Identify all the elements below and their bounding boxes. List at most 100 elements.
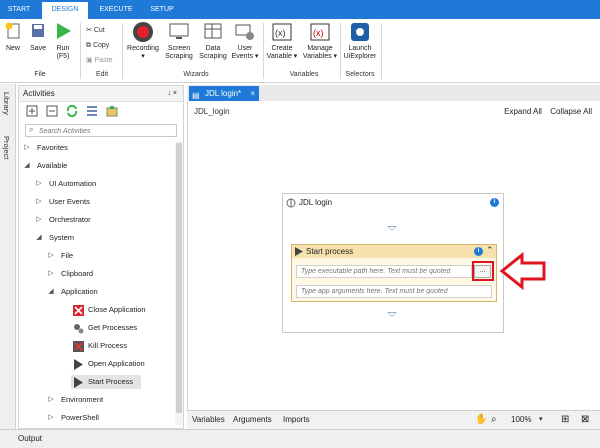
activities-scrollbar[interactable] bbox=[175, 141, 183, 425]
tree-item-system[interactable]: ◢ System bbox=[35, 231, 173, 245]
copy-label: Copy bbox=[92, 42, 110, 49]
start-process-activity[interactable]: Start process i ⌃ ... bbox=[291, 244, 497, 302]
activities-search[interactable]: ⌕ bbox=[25, 124, 177, 137]
document-tab[interactable]: ▤ JDL login* × bbox=[189, 86, 259, 101]
search-input[interactable] bbox=[39, 126, 169, 136]
side-strip: Library Project bbox=[0, 84, 16, 429]
paste-button[interactable]: ▣ Paste bbox=[86, 55, 112, 67]
refresh-icon[interactable] bbox=[65, 104, 79, 118]
collapse-arrow-icon[interactable]: ◢ bbox=[35, 231, 43, 245]
expand-arrow-icon[interactable]: ▷ bbox=[35, 195, 43, 209]
activity-kill-process[interactable]: Kill Process bbox=[71, 339, 171, 353]
activity-close-application[interactable]: Close Application bbox=[71, 303, 171, 317]
tree-item-powershell[interactable]: ▷ PowerShell bbox=[47, 411, 173, 425]
tab-start[interactable]: START bbox=[0, 0, 38, 19]
tab-design[interactable]: DESIGN bbox=[42, 0, 88, 19]
tree-item-orchestrator[interactable]: ▷ Orchestrator bbox=[35, 213, 173, 227]
create-variable-label-2: Variable bbox=[266, 53, 292, 60]
project-tab[interactable]: Project bbox=[2, 136, 11, 159]
zoom-level[interactable]: 100% bbox=[511, 411, 531, 429]
expand-arrow-icon[interactable]: ▷ bbox=[35, 213, 43, 227]
manage-variables-button[interactable]: (x) Manage Variables ▾ bbox=[302, 21, 338, 61]
info-icon[interactable]: i bbox=[474, 247, 483, 256]
group-divider bbox=[263, 23, 264, 79]
drop-indicator-icon bbox=[387, 312, 397, 317]
breadcrumb[interactable]: JDL_login bbox=[194, 107, 230, 116]
info-icon[interactable]: i bbox=[490, 198, 499, 207]
launch-uiexplorer-button[interactable]: Launch UiExplorer bbox=[342, 21, 378, 61]
screen-scraping-button[interactable]: Screen Scraping bbox=[164, 21, 194, 61]
expand-arrow-icon[interactable]: ▷ bbox=[47, 411, 55, 425]
recording-button[interactable]: Recording ▾ bbox=[126, 21, 160, 61]
fit-screen-icon[interactable]: ⊞ bbox=[561, 411, 569, 429]
table-icon bbox=[204, 23, 222, 39]
tree-item-file[interactable]: ▷ File bbox=[47, 249, 173, 263]
activity-title: Start process bbox=[306, 247, 354, 256]
executable-path-input[interactable] bbox=[296, 265, 472, 278]
tree-label: Close Application bbox=[88, 305, 146, 314]
tab-setup[interactable]: SETUP bbox=[142, 0, 182, 19]
manage-variables-icon: (x) bbox=[310, 23, 330, 41]
collapse-all-icon[interactable] bbox=[45, 104, 59, 118]
user-events-icon bbox=[235, 24, 254, 40]
close-icon[interactable]: × bbox=[250, 86, 255, 101]
collapse-arrow-icon[interactable]: ◢ bbox=[23, 159, 31, 173]
tree-item-user-events[interactable]: ▷ User Events bbox=[35, 195, 173, 209]
expand-arrow-icon[interactable]: ▷ bbox=[47, 249, 55, 263]
zoom-icon[interactable]: ⌕ bbox=[491, 411, 497, 429]
user-events-button[interactable]: User Events ▾ bbox=[230, 21, 260, 61]
collapse-all-link[interactable]: Collapse All bbox=[550, 107, 592, 116]
activity-open-application[interactable]: Open Application bbox=[71, 357, 171, 371]
tab-execute[interactable]: EXECUTE bbox=[92, 0, 140, 19]
ribbon: New Save Run (F5) File ✂ Cut ⧉ Copy ▣ Pa… bbox=[0, 19, 600, 83]
expand-arrow-icon[interactable]: ▷ bbox=[47, 393, 55, 407]
expand-all-link[interactable]: Expand All bbox=[504, 107, 542, 116]
new-button[interactable]: New bbox=[3, 21, 23, 53]
list-filter-icon[interactable] bbox=[85, 104, 99, 118]
activity-get-processes[interactable]: Get Processes bbox=[71, 321, 171, 335]
pin-close-controls[interactable]: ↓ × bbox=[167, 86, 177, 102]
expand-arrow-icon[interactable]: ▷ bbox=[35, 177, 43, 191]
output-tab[interactable]: Output bbox=[18, 434, 42, 443]
sequence-container[interactable]: JDL login i Start process i ⌃ ... bbox=[282, 193, 504, 333]
svg-text:(x): (x) bbox=[313, 28, 324, 38]
run-button[interactable]: Run (F5) bbox=[52, 21, 74, 61]
overview-icon[interactable]: ⊠ bbox=[581, 411, 589, 429]
group-variables-label: Variables bbox=[289, 71, 319, 78]
red-arrow-icon bbox=[500, 251, 546, 291]
tree-item-application[interactable]: ◢ Application bbox=[47, 285, 173, 299]
document-tab-label: JDL login* bbox=[205, 89, 242, 98]
new-label: New bbox=[5, 45, 20, 52]
data-scraping-button[interactable]: Data Scraping bbox=[198, 21, 228, 61]
cut-button[interactable]: ✂ Cut bbox=[86, 25, 105, 37]
collapse-arrow-icon[interactable]: ◢ bbox=[47, 285, 55, 299]
record-icon bbox=[133, 22, 153, 42]
expand-arrow-icon[interactable]: ▷ bbox=[23, 141, 31, 155]
expand-all-icon[interactable] bbox=[25, 104, 39, 118]
designer-canvas: JDL_login Expand All Collapse All JDL lo… bbox=[187, 101, 600, 410]
hand-pan-icon[interactable]: ✋ bbox=[475, 411, 487, 429]
expand-arrow-icon[interactable]: ▷ bbox=[47, 267, 55, 281]
variables-tab[interactable]: Variables bbox=[192, 411, 225, 429]
package-icon[interactable] bbox=[105, 104, 119, 118]
arguments-tab[interactable]: Arguments bbox=[233, 411, 272, 429]
imports-tab[interactable]: Imports bbox=[283, 411, 310, 429]
paste-icon: ▣ bbox=[86, 57, 93, 64]
app-arguments-input[interactable] bbox=[296, 285, 492, 298]
tree-item-environment[interactable]: ▷ Environment bbox=[47, 393, 173, 407]
group-divider bbox=[122, 23, 123, 79]
copy-button[interactable]: ⧉ Copy bbox=[86, 40, 109, 52]
activity-start-process[interactable]: Start Process bbox=[71, 375, 141, 389]
tree-item-favorites[interactable]: ▷ Favorites bbox=[23, 141, 173, 155]
zoom-dropdown-icon[interactable]: ▾ bbox=[539, 411, 543, 429]
tree-item-clipboard[interactable]: ▷ Clipboard bbox=[47, 267, 173, 281]
tree-item-available[interactable]: ◢ Available bbox=[23, 159, 173, 173]
tree-item-ui-automation[interactable]: ▷ UI Automation bbox=[35, 177, 173, 191]
library-tab[interactable]: Library bbox=[2, 92, 11, 115]
save-button[interactable]: Save bbox=[28, 21, 48, 53]
collapse-chevron-icon[interactable]: ⌃ bbox=[486, 244, 494, 257]
scrollbar-thumb[interactable] bbox=[176, 143, 182, 413]
create-variable-button[interactable]: (x) Create Variable ▾ bbox=[266, 21, 298, 61]
group-file-label: File bbox=[34, 71, 46, 78]
group-edit-label: Edit bbox=[95, 71, 109, 78]
